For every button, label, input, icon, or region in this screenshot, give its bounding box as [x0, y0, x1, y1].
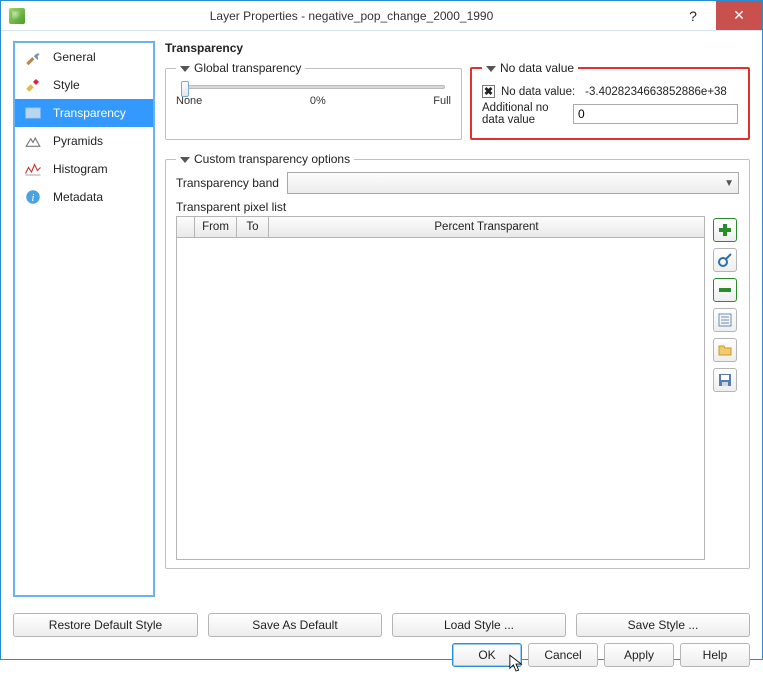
no-data-group: No data value ✖ No data value: -3.402823…	[470, 61, 750, 140]
nodata-value: -3.4028234663852886e+38	[585, 86, 727, 98]
slider-percent-label: 0%	[310, 95, 326, 107]
load-style-button[interactable]: Load Style ...	[392, 613, 566, 637]
add-row-button[interactable]	[713, 218, 737, 242]
dialog-buttons-row: OK Cancel Apply Help	[1, 643, 762, 677]
remove-row-button[interactable]	[713, 278, 737, 302]
wrench-icon	[21, 47, 45, 67]
global-transparency-slider[interactable]	[176, 85, 451, 89]
minus-icon	[717, 282, 733, 298]
chevron-down-icon: ▼	[724, 178, 734, 189]
save-icon	[717, 372, 733, 388]
mouse-cursor-icon	[509, 654, 523, 674]
sidebar-item-label: Style	[53, 78, 80, 92]
brush-icon	[21, 75, 45, 95]
col-from[interactable]: From	[195, 217, 237, 237]
window-controls: ? ✕	[670, 1, 762, 30]
apply-button[interactable]: Apply	[604, 643, 674, 667]
default-values-button[interactable]	[713, 308, 737, 332]
nodata-label: No data value:	[501, 86, 575, 98]
dropper-icon	[717, 252, 733, 268]
svg-text:i: i	[32, 193, 35, 204]
sidebar-item-label: Transparency	[53, 106, 126, 120]
pixel-table-header: From To Percent Transparent	[176, 216, 705, 238]
help-button-bottom[interactable]: Help	[680, 643, 750, 667]
sidebar-item-label: Histogram	[53, 162, 108, 176]
dialog-body: General Style Transparency Pyramids Hist…	[1, 31, 762, 603]
help-button[interactable]: ?	[670, 1, 716, 30]
sidebar: General Style Transparency Pyramids Hist…	[13, 41, 155, 597]
transparency-icon	[21, 103, 45, 123]
pixel-table-body[interactable]	[176, 238, 705, 560]
custom-legend: Custom transparency options	[176, 152, 354, 166]
slider-full-label: Full	[433, 95, 451, 107]
section-title: Transparency	[165, 41, 750, 55]
slider-none-label: None	[176, 95, 202, 107]
sidebar-item-pyramids[interactable]: Pyramids	[15, 127, 153, 155]
save-style-button[interactable]: Save Style ...	[576, 613, 750, 637]
close-button[interactable]: ✕	[716, 1, 762, 30]
sidebar-item-transparency[interactable]: Transparency	[15, 99, 153, 127]
transparent-pixel-list-label: Transparent pixel list	[176, 200, 739, 214]
nodata-checkbox[interactable]: ✖	[482, 85, 495, 98]
sidebar-item-style[interactable]: Style	[15, 71, 153, 99]
sidebar-item-label: General	[53, 50, 96, 64]
global-legend: Global transparency	[176, 61, 305, 75]
plus-icon	[717, 222, 733, 238]
titlebar: Layer Properties - negative_pop_change_2…	[1, 1, 762, 31]
window-title: Layer Properties - negative_pop_change_2…	[33, 9, 670, 23]
global-transparency-group: Global transparency None 0% Full	[165, 61, 462, 140]
info-icon: i	[21, 187, 45, 207]
save-as-default-button[interactable]: Save As Default	[208, 613, 382, 637]
cancel-button[interactable]: Cancel	[528, 643, 598, 667]
sidebar-item-metadata[interactable]: i Metadata	[15, 183, 153, 211]
custom-transparency-group: Custom transparency options Transparency…	[165, 152, 750, 569]
restore-default-style-button[interactable]: Restore Default Style	[13, 613, 198, 637]
pyramids-icon	[21, 131, 45, 151]
sidebar-item-label: Metadata	[53, 190, 103, 204]
nodata-legend: No data value	[482, 61, 578, 75]
histogram-icon	[21, 159, 45, 179]
transparency-band-label: Transparency band	[176, 176, 279, 190]
sidebar-item-label: Pyramids	[53, 134, 103, 148]
main-panel: Transparency Global transparency None 0%…	[165, 41, 750, 597]
additional-nodata-label: Additional no data value	[482, 102, 567, 126]
table-corner	[177, 217, 195, 237]
app-icon	[9, 8, 25, 24]
list-icon	[717, 312, 733, 328]
additional-nodata-input[interactable]	[573, 104, 738, 124]
style-buttons-row: Restore Default Style Save As Default Lo…	[1, 613, 762, 637]
sidebar-item-histogram[interactable]: Histogram	[15, 155, 153, 183]
pixel-table-tools	[713, 216, 739, 560]
ok-button[interactable]: OK	[452, 643, 522, 667]
folder-icon	[717, 342, 733, 358]
pick-from-screen-button[interactable]	[713, 248, 737, 272]
sidebar-item-general[interactable]: General	[15, 43, 153, 71]
col-percent-transparent[interactable]: Percent Transparent	[269, 217, 704, 237]
transparency-band-combo[interactable]: ▼	[287, 172, 739, 194]
col-to[interactable]: To	[237, 217, 269, 237]
import-file-button[interactable]	[713, 338, 737, 362]
export-file-button[interactable]	[713, 368, 737, 392]
